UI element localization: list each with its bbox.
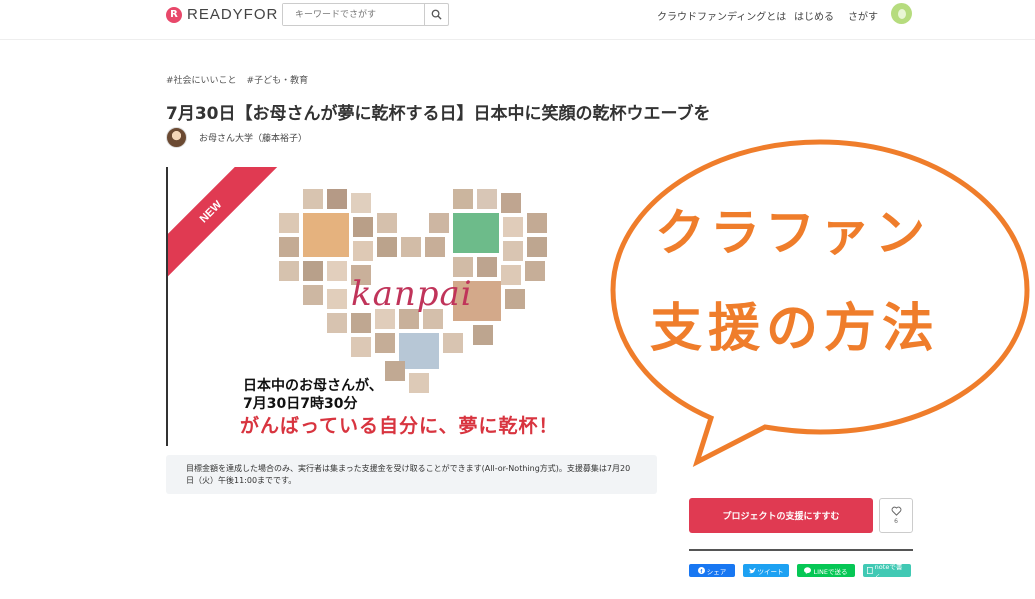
heart-icon [891, 506, 901, 516]
bubble-text-line2: 支援の方法 [650, 299, 941, 359]
new-badge: NEW [168, 167, 282, 283]
line-icon [804, 567, 812, 574]
project-title: 7月30日【お母さんが夢に乾杯する日】日本中に笑顔の乾杯ウエーブを [166, 104, 711, 124]
hero-text-line3: がんばっている自分に、夢に乾杯！ [240, 415, 559, 437]
search-button[interactable] [424, 4, 448, 25]
bubble-text-line1: クラファン [655, 204, 930, 262]
nav-start[interactable]: はじめる [794, 8, 834, 23]
share-line-label: LINEで送る [813, 567, 848, 576]
tag-social-good[interactable]: #社会にいいこと [166, 73, 237, 86]
favorite-button[interactable]: 6 [879, 498, 913, 533]
avatar-silhouette-icon [897, 8, 906, 19]
share-facebook-label: シェア [706, 567, 727, 576]
share-note-label: noteで書く [874, 562, 903, 581]
share-note-button[interactable]: noteで書く [863, 563, 911, 581]
facebook-icon: f [697, 567, 705, 574]
new-badge-label: NEW [197, 198, 225, 226]
twitter-icon [748, 567, 756, 573]
owner-avatar [166, 127, 187, 148]
hero-text-line1: 日本中のお母さんが、 [243, 378, 383, 394]
tag-children-education[interactable]: #子ども・教育 [247, 73, 309, 86]
nav-what-is-crowdfunding[interactable]: クラウドファンディングとは [657, 8, 786, 23]
svg-text:f: f [700, 569, 702, 574]
all-or-nothing-notice: 目標金額を達成した場合のみ、実行者は集まった支援金を受け取ることができます(Al… [166, 455, 657, 494]
readyfor-logo[interactable]: R READYFOR [166, 6, 278, 23]
search-icon [431, 9, 442, 20]
user-avatar[interactable] [891, 3, 912, 24]
search-input[interactable] [283, 4, 424, 25]
site-header: R READYFOR クラウドファンディングとは はじめる さがす [0, 0, 1035, 40]
hero-text-line2: 7月30日7時30分 [243, 396, 358, 412]
share-buttons: f シェア ツイート LINEで送る noteで書く [689, 563, 911, 581]
search-box [282, 3, 449, 26]
nav-search[interactable]: さがす [848, 8, 878, 23]
owner-name: お母さん大学（藤本裕子） [199, 134, 308, 144]
support-project-button[interactable]: プロジェクトの支援にすすむ [689, 498, 873, 533]
project-tags: #社会にいいこと #子ども・教育 [166, 73, 308, 86]
project-owner[interactable]: お母さん大学（藤本裕子） [166, 127, 307, 148]
share-facebook-button[interactable]: f シェア [689, 564, 735, 577]
share-line-button[interactable]: LINEで送る [797, 564, 855, 577]
note-icon [867, 567, 873, 574]
logo-text: READYFOR [187, 6, 279, 23]
logo-mark-icon: R [166, 6, 182, 23]
divider [689, 549, 913, 551]
favorite-count: 6 [894, 518, 898, 525]
share-twitter-button[interactable]: ツイート [743, 564, 789, 577]
project-hero-image: NEW kanpai 日本中のお母さんが、 7月30日7時30分 がんばっている… [166, 167, 657, 446]
share-twitter-label: ツイート [757, 567, 784, 576]
kanpai-script-text: kanpai [351, 274, 473, 314]
